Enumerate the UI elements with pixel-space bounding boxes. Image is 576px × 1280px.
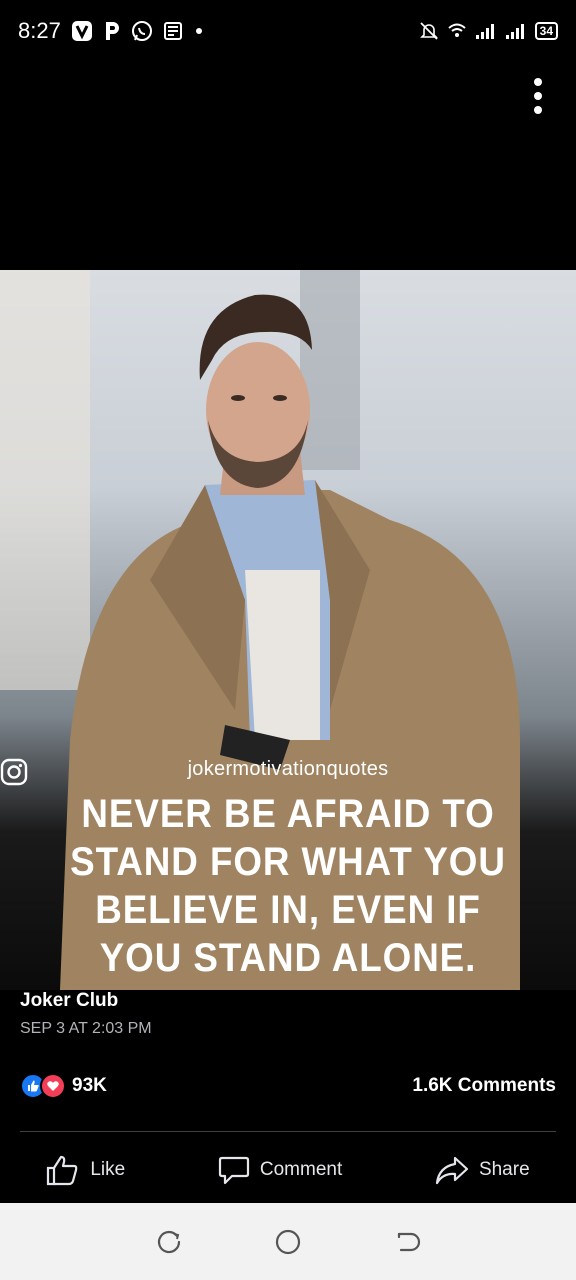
divider bbox=[20, 1131, 556, 1132]
news-icon bbox=[163, 20, 185, 42]
dot-icon bbox=[195, 27, 203, 35]
like-button[interactable]: Like bbox=[46, 1154, 125, 1186]
navigation-bar bbox=[0, 1203, 576, 1280]
comments-count[interactable]: 1.6K Comments bbox=[412, 1075, 556, 1097]
status-notification-icons bbox=[71, 20, 203, 42]
status-bar: 8:27 34 bbox=[0, 0, 576, 62]
instagram-handle-text: jokermotivationquotes bbox=[187, 758, 389, 780]
reaction-icons[interactable] bbox=[20, 1073, 66, 1099]
reaction-count[interactable]: 93K bbox=[72, 1075, 107, 1097]
thumbs-up-icon bbox=[47, 1155, 78, 1186]
instagram-icon bbox=[0, 758, 28, 786]
comment-icon bbox=[218, 1156, 249, 1185]
signal-icon bbox=[505, 22, 527, 40]
battery-icon: 34 bbox=[534, 22, 558, 40]
more-options-icon[interactable] bbox=[526, 78, 550, 114]
recents-icon bbox=[158, 1230, 181, 1253]
like-label: Like bbox=[90, 1159, 126, 1180]
mute-icon bbox=[419, 21, 439, 41]
share-button[interactable]: Share bbox=[435, 1155, 530, 1185]
share-label: Share bbox=[478, 1159, 530, 1180]
instagram-handle: jokermotivationquotes bbox=[0, 758, 576, 786]
reactions-row: 93K 1.6K Comments bbox=[20, 1070, 556, 1102]
status-system-icons: 34 bbox=[419, 21, 558, 41]
back-button[interactable] bbox=[387, 1222, 427, 1262]
home-circle-icon bbox=[275, 1229, 301, 1254]
quote-text: NEVER BE AFRAID TO STAND FOR WHAT YOU BE… bbox=[70, 792, 506, 980]
whatsapp-icon bbox=[131, 20, 153, 42]
comment-button[interactable]: Comment bbox=[218, 1154, 342, 1186]
recent-apps-button[interactable] bbox=[149, 1222, 189, 1262]
back-icon bbox=[397, 1232, 420, 1251]
page-name[interactable]: Joker Club bbox=[20, 990, 152, 1012]
post-meta: Joker Club SEP 3 AT 2:03 PM bbox=[20, 990, 152, 1038]
home-button[interactable] bbox=[268, 1222, 308, 1262]
p-app-icon bbox=[103, 20, 121, 42]
wifi-icon bbox=[447, 22, 467, 40]
post-photo[interactable]: jokermotivationquotes NEVER BE AFRAID TO… bbox=[0, 270, 576, 990]
comment-label: Comment bbox=[259, 1159, 343, 1180]
love-icon bbox=[40, 1073, 66, 1099]
share-icon bbox=[435, 1156, 469, 1185]
post-timestamp[interactable]: SEP 3 AT 2:03 PM bbox=[20, 1020, 152, 1038]
v-app-icon bbox=[71, 20, 93, 42]
signal-icon bbox=[475, 22, 497, 40]
post-actions: Like Comment Share bbox=[0, 1140, 576, 1200]
status-time: 8:27 bbox=[18, 18, 61, 43]
